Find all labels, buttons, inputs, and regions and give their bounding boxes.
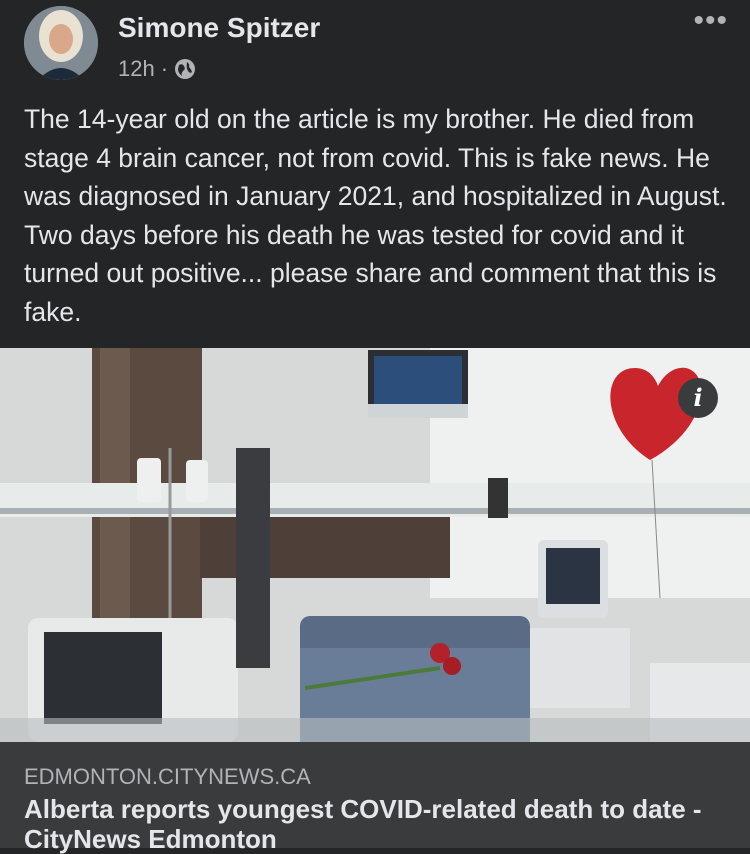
link-preview[interactable]: EDMONTON.CITYNEWS.CA Alberta reports you…: [0, 742, 750, 854]
author-name[interactable]: Simone Spitzer: [118, 12, 320, 44]
link-domain: EDMONTON.CITYNEWS.CA: [24, 764, 311, 789]
facebook-post: Simone Spitzer 12h · ••• The 14-year old…: [0, 0, 750, 854]
globe-icon: [174, 58, 196, 80]
hospital-room-image: [0, 348, 750, 742]
more-options-icon[interactable]: •••: [693, 4, 728, 38]
info-icon[interactable]: i: [678, 378, 718, 418]
post-text: The 14-year old on the article is my bro…: [24, 104, 727, 327]
avatar[interactable]: [24, 6, 98, 80]
link-title[interactable]: Alberta reports youngest COVID-related d…: [24, 794, 734, 854]
post-meta: 12h ·: [118, 56, 196, 82]
post-photo[interactable]: [0, 348, 750, 742]
post-time[interactable]: 12h: [118, 56, 155, 82]
meta-separator: ·: [160, 56, 169, 81]
avatar-image: [24, 6, 98, 80]
